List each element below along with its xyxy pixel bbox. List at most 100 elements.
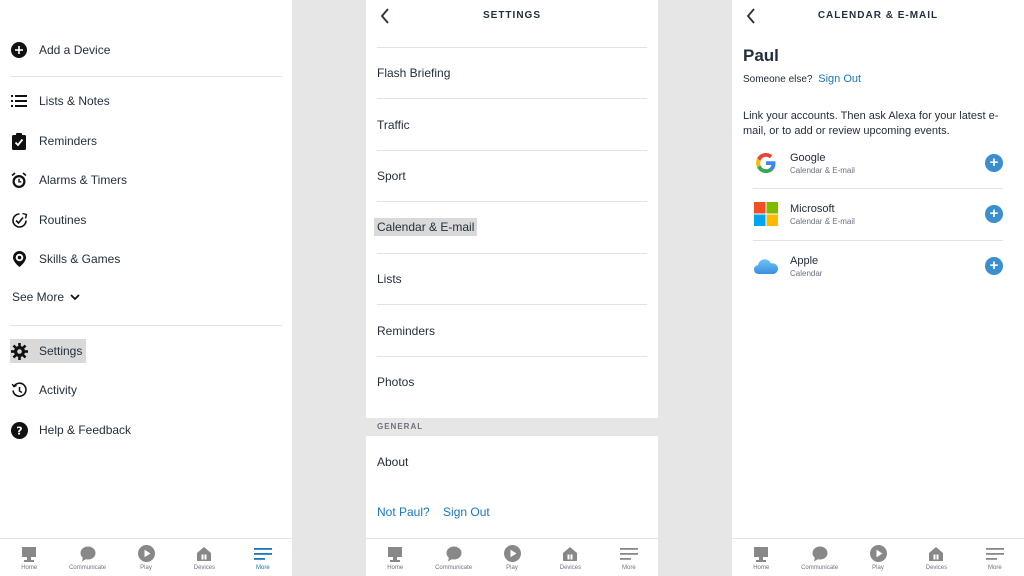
menu-item-reminders[interactable]: Reminders <box>10 129 97 153</box>
divider <box>10 76 282 77</box>
see-more-label: See More <box>12 290 65 304</box>
settings-panel: SETTINGS Flash Briefing Traffic Sport Ca… <box>366 0 658 576</box>
settings-row-traffic[interactable]: Traffic <box>377 116 647 134</box>
divider <box>377 304 647 305</box>
home-icon <box>386 545 404 562</box>
tab-play[interactable]: Play <box>483 539 541 576</box>
row-label: Sport <box>377 169 406 183</box>
sign-out-link[interactable]: Sign Out <box>443 505 490 519</box>
tab-home[interactable]: Home <box>732 539 790 576</box>
divider <box>377 98 647 99</box>
more-menu-panel: Add a Device Lists & Notes Reminders Ala… <box>0 0 292 576</box>
chat-bubble-icon <box>79 545 97 562</box>
chat-bubble-icon <box>811 545 829 562</box>
bottom-tab-bar: Home Communicate Play Devices More <box>0 538 292 576</box>
add-account-button[interactable]: + <box>985 205 1003 223</box>
menu-item-settings[interactable]: Settings <box>10 339 87 363</box>
bottom-tab-bar: Home Communicate Play Devices More <box>366 538 658 576</box>
history-icon <box>10 381 28 399</box>
tab-home[interactable]: Home <box>366 539 424 576</box>
settings-row-sport[interactable]: Sport <box>377 167 647 185</box>
plus-circle-icon <box>10 41 28 59</box>
settings-row-flash-briefing[interactable]: Flash Briefing <box>377 64 647 82</box>
menu-icon <box>619 545 638 562</box>
menu-item-add-device[interactable]: Add a Device <box>10 38 110 62</box>
tab-play[interactable]: Play <box>117 539 175 576</box>
tab-play[interactable]: Play <box>849 539 907 576</box>
row-label: Reminders <box>377 324 436 338</box>
tab-devices[interactable]: Devices <box>541 539 599 576</box>
list-icon <box>10 92 28 110</box>
menu-item-routines[interactable]: Routines <box>10 208 86 232</box>
google-logo-icon <box>753 150 779 176</box>
tab-label: Devices <box>925 565 948 571</box>
tab-home[interactable]: Home <box>0 539 58 576</box>
menu-item-label: Reminders <box>39 134 98 148</box>
divider <box>377 253 647 254</box>
play-icon <box>503 545 521 562</box>
menu-item-label: Routines <box>39 213 87 227</box>
menu-item-activity[interactable]: Activity <box>10 378 77 402</box>
add-account-button[interactable]: + <box>985 154 1003 172</box>
add-account-button[interactable]: + <box>985 257 1003 275</box>
tab-devices[interactable]: Devices <box>175 539 233 576</box>
tab-label: More <box>255 565 270 571</box>
menu-item-label: Skills & Games <box>39 252 121 266</box>
account-links: Not Paul? Sign Out <box>377 505 500 519</box>
tab-more[interactable]: More <box>966 539 1024 576</box>
account-name: Apple <box>790 254 819 267</box>
microsoft-logo-icon <box>753 201 779 227</box>
tab-label: Devices <box>559 565 582 571</box>
routines-icon <box>10 211 28 229</box>
tab-more[interactable]: More <box>600 539 658 576</box>
divider <box>377 356 647 357</box>
settings-row-about[interactable]: About <box>377 453 647 471</box>
page-title: SETTINGS <box>482 10 541 21</box>
tab-label: Communicate <box>801 565 839 571</box>
menu-item-lists-notes[interactable]: Lists & Notes <box>10 89 110 113</box>
menu-item-help-feedback[interactable]: ? Help & Feedback <box>10 418 131 442</box>
settings-row-lists[interactable]: Lists <box>377 270 647 288</box>
menu-item-skills-games[interactable]: Skills & Games <box>10 247 120 271</box>
row-label: Lists <box>377 272 402 286</box>
row-label: About <box>377 455 409 469</box>
divider <box>377 150 647 151</box>
tab-label: Home <box>753 565 770 571</box>
settings-row-calendar-email[interactable]: Calendar & E-mail <box>374 218 647 236</box>
menu-icon <box>985 545 1004 562</box>
divider <box>377 47 647 48</box>
see-more-toggle[interactable]: See More <box>12 290 80 304</box>
tab-label: Play <box>506 565 518 571</box>
home-icon <box>20 545 38 562</box>
account-subtitle: Calendar & E-mail <box>790 216 855 226</box>
devices-icon <box>561 545 579 562</box>
row-label: Photos <box>377 375 415 389</box>
divider <box>753 188 1003 189</box>
tab-communicate[interactable]: Communicate <box>790 539 848 576</box>
menu-item-alarms-timers[interactable]: Alarms & Timers <box>10 168 127 192</box>
tab-more[interactable]: More <box>234 539 292 576</box>
tab-communicate[interactable]: Communicate <box>58 539 116 576</box>
account-row-google[interactable]: Google Calendar & E-mail + <box>753 143 1003 183</box>
tab-devices[interactable]: Devices <box>907 539 965 576</box>
menu-item-label: Activity <box>39 383 78 397</box>
not-user-link[interactable]: Not Paul? <box>377 505 430 519</box>
page-title: CALENDAR & E-MAIL <box>817 10 939 21</box>
account-row-apple[interactable]: Apple Calendar + <box>753 246 1003 286</box>
tab-label: Communicate <box>435 565 473 571</box>
account-subtitle: Calendar & E-mail <box>790 165 855 175</box>
bottom-tab-bar: Home Communicate Play Devices More <box>732 538 1024 576</box>
clipboard-icon <box>10 132 28 150</box>
sign-out-link[interactable]: Sign Out <box>818 73 861 85</box>
settings-row-reminders[interactable]: Reminders <box>377 322 647 340</box>
skills-icon <box>10 250 28 268</box>
link-accounts-description: Link your accounts. Then ask Alexa for y… <box>743 110 999 137</box>
account-row-microsoft[interactable]: Microsoft Calendar & E-mail + <box>753 194 1003 234</box>
switch-user-line: Someone else? Sign Out <box>743 73 861 85</box>
someone-else-label: Someone else? <box>743 74 813 85</box>
menu-item-label: Lists & Notes <box>39 94 110 108</box>
menu-item-label: Help & Feedback <box>39 423 132 437</box>
alarm-clock-icon <box>10 171 28 189</box>
tab-communicate[interactable]: Communicate <box>424 539 482 576</box>
settings-row-photos[interactable]: Photos <box>377 373 647 391</box>
